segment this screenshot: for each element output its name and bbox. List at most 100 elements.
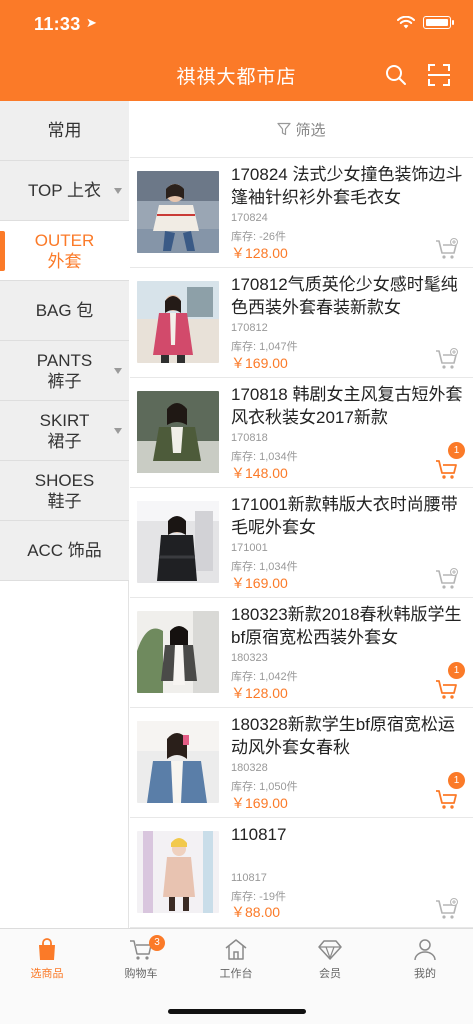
product-price: ￥128.00 xyxy=(231,685,288,701)
filter-label: 筛选 xyxy=(295,121,326,139)
tab-mine[interactable]: 我的 xyxy=(378,937,472,987)
category-label: SHOES xyxy=(34,470,95,490)
add-to-cart-icon[interactable] xyxy=(435,238,459,260)
battery-icon xyxy=(423,16,454,29)
cart-count-badge: 1 xyxy=(448,662,465,679)
product-title: 110817 xyxy=(231,825,287,844)
category-sublabel: 外套 xyxy=(47,251,82,271)
product-item[interactable]: 170818 韩剧女主风复古短外套风衣秋装女2017新款 170818 库存: … xyxy=(130,378,473,488)
cart-count-badge: 1 xyxy=(448,442,465,459)
expand-arrow-icon xyxy=(114,188,122,194)
product-image[interactable] xyxy=(137,721,219,803)
product-price: ￥88.00 xyxy=(231,904,281,920)
product-item[interactable]: 180323新款2018春秋韩版学生bf原宿宽松西装外套女 180323 库存:… xyxy=(130,598,473,708)
category-label: ACC 饰品 xyxy=(27,541,102,560)
product-code: 170818 xyxy=(231,432,268,444)
home-indicator xyxy=(168,1009,306,1014)
product-image[interactable] xyxy=(137,831,219,913)
product-image[interactable] xyxy=(137,391,219,473)
product-title: 180323新款2018春秋韩版学生bf原宿宽松西装外套女 xyxy=(231,605,462,647)
add-to-cart-icon[interactable] xyxy=(435,348,459,370)
tab-label: 工作台 xyxy=(219,968,253,980)
status-time: 11:33 xyxy=(34,14,81,34)
house-icon xyxy=(225,939,247,960)
product-code: 170824 xyxy=(231,212,268,224)
status-icons xyxy=(397,16,454,29)
category-label: PANTS xyxy=(36,350,93,370)
product-stock: 库存: 1,047件 xyxy=(231,341,298,353)
category-pants[interactable]: PANTS 裤子 xyxy=(0,341,129,401)
category-top[interactable]: TOP 上衣 xyxy=(0,161,129,221)
category-outer[interactable]: OUTER 外套 xyxy=(0,221,129,281)
product-title: 180328新款学生bf原宿宽松运动风外套女春秋 xyxy=(231,715,455,757)
category-label: 常用 xyxy=(47,121,82,140)
product-item[interactable]: 110817 110817 库存: -19件 ￥88.00 xyxy=(130,818,473,928)
category-acc[interactable]: ACC 饰品 xyxy=(0,521,129,581)
expand-arrow-icon xyxy=(114,368,122,374)
category-sublabel: 裤子 xyxy=(47,371,82,391)
search-icon[interactable] xyxy=(384,63,408,87)
product-image[interactable] xyxy=(137,281,219,363)
bag-icon xyxy=(39,938,55,960)
product-title: 170812气质英伦少女感时髦纯色西装外套春装新款女 xyxy=(231,275,458,317)
scan-icon[interactable] xyxy=(427,63,451,87)
product-image[interactable] xyxy=(137,171,219,253)
category-shoes[interactable]: SHOES 鞋子 xyxy=(0,461,129,521)
category-sublabel: 裙子 xyxy=(47,431,82,451)
product-price: ￥169.00 xyxy=(231,795,288,811)
product-image[interactable] xyxy=(137,501,219,583)
tab-cart[interactable]: 购物车 3 xyxy=(94,935,188,987)
tab-label: 我的 xyxy=(414,968,436,980)
expand-arrow-icon xyxy=(114,428,122,434)
product-price: ￥169.00 xyxy=(231,355,288,371)
product-stock: 库存: 1,050件 xyxy=(231,781,298,793)
product-title: 171001新款韩版大衣时尚腰带毛呢外套女 xyxy=(231,495,458,537)
cart-count-badge: 1 xyxy=(448,772,465,789)
product-title: 170818 韩剧女主风复古短外套风衣秋装女2017新款 xyxy=(231,385,463,427)
category-bag[interactable]: BAG 包 xyxy=(0,281,129,341)
app-header: 11:33 ➤ 祺祺大都市店 xyxy=(0,0,473,101)
cart-badge: 3 xyxy=(149,935,165,951)
wifi-icon xyxy=(397,16,415,29)
product-code: 180323 xyxy=(231,652,268,664)
tab-member[interactable]: 会员 xyxy=(283,937,377,987)
product-stock: 库存: 1,034件 xyxy=(231,561,298,573)
add-to-cart-icon[interactable] xyxy=(435,788,459,810)
category-skirt[interactable]: SKIRT 裙子 xyxy=(0,401,129,461)
tab-label: 会员 xyxy=(319,968,341,980)
funnel-icon xyxy=(277,122,292,136)
category-label: TOP 上衣 xyxy=(27,181,102,200)
category-label: SKIRT xyxy=(39,410,90,430)
diamond-icon xyxy=(318,940,342,960)
product-item[interactable]: 170824 法式少女撞色装饰边斗篷袖针织衫外套毛衣女 170824 库存: -… xyxy=(130,158,473,268)
product-item[interactable]: 170812气质英伦少女感时髦纯色西装外套春装新款女 170812 库存: 1,… xyxy=(130,268,473,378)
product-item[interactable]: 180328新款学生bf原宿宽松运动风外套女春秋 180328 库存: 1,05… xyxy=(130,708,473,818)
product-code: 171001 xyxy=(231,542,268,554)
tab-label: 购物车 xyxy=(124,968,158,980)
product-code: 170812 xyxy=(231,322,268,334)
person-icon xyxy=(414,939,436,961)
product-stock: 库存: 1,042件 xyxy=(231,671,298,683)
location-arrow-icon: ➤ xyxy=(86,15,97,30)
add-to-cart-icon[interactable] xyxy=(435,568,459,590)
product-stock: 库存: 1,034件 xyxy=(231,451,298,463)
category-sublabel: 鞋子 xyxy=(47,491,82,511)
category-common[interactable]: 常用 xyxy=(0,101,129,161)
tab-label: 选商品 xyxy=(30,968,64,980)
product-price: ￥148.00 xyxy=(231,465,288,481)
product-image[interactable] xyxy=(137,611,219,693)
filter-button[interactable]: 筛选 xyxy=(130,101,473,158)
add-to-cart-icon[interactable] xyxy=(435,458,459,480)
category-label: BAG 包 xyxy=(35,301,94,320)
product-code: 180328 xyxy=(231,762,268,774)
tab-shop[interactable]: 选商品 xyxy=(0,937,94,987)
add-to-cart-icon[interactable] xyxy=(435,898,459,920)
add-to-cart-icon[interactable] xyxy=(435,678,459,700)
product-item[interactable]: 171001新款韩版大衣时尚腰带毛呢外套女 171001 库存: 1,034件 … xyxy=(130,488,473,598)
tab-workbench[interactable]: 工作台 xyxy=(189,937,283,987)
product-price: ￥169.00 xyxy=(231,575,288,591)
product-code: 110817 xyxy=(231,872,267,884)
product-stock: 库存: -26件 xyxy=(231,231,287,243)
product-price: ￥128.00 xyxy=(231,245,288,261)
product-title: 170824 法式少女撞色装饰边斗篷袖针织衫外套毛衣女 xyxy=(231,165,463,207)
